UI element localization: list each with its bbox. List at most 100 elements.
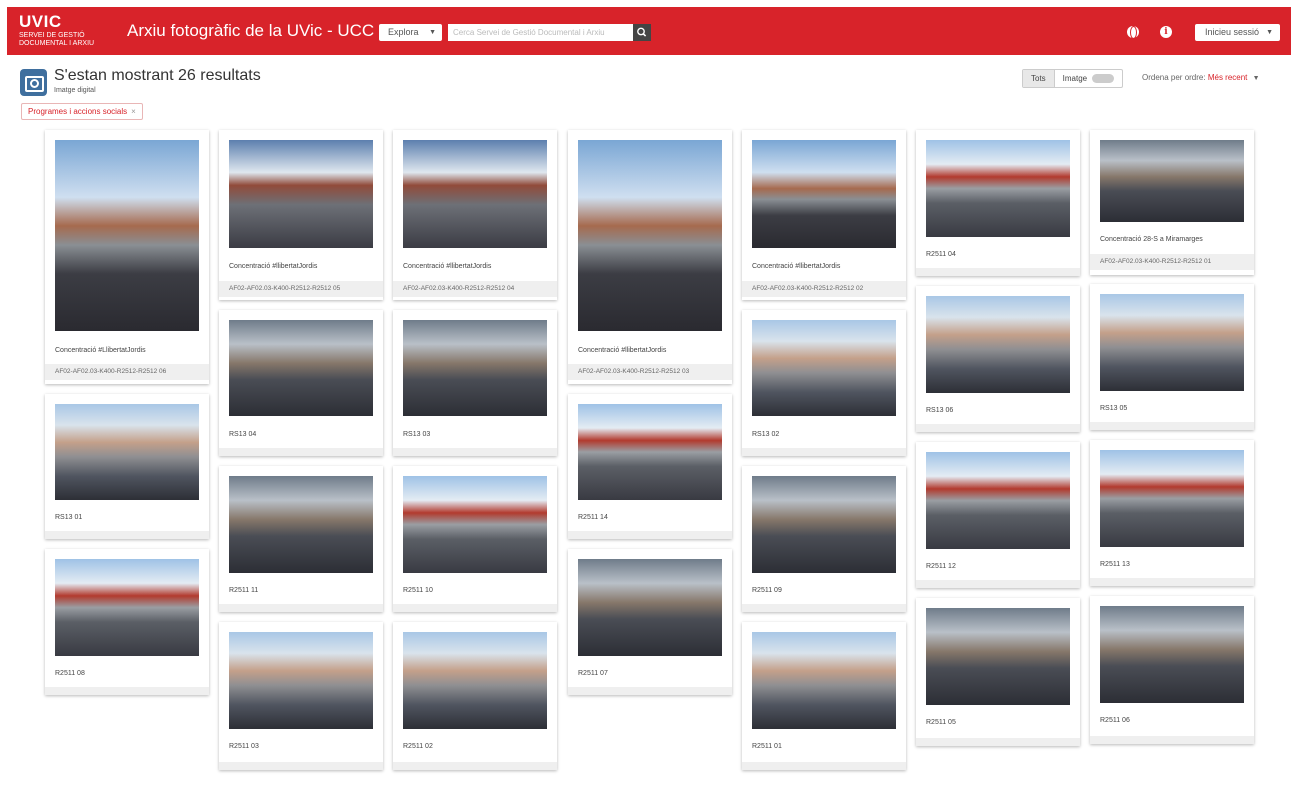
result-card[interactable]: RS13 06 bbox=[916, 286, 1080, 432]
card-photo[interactable] bbox=[578, 559, 722, 656]
card-title[interactable]: R2511 04 bbox=[926, 251, 956, 258]
card-title[interactable]: R2511 06 bbox=[1100, 717, 1130, 724]
card-title[interactable]: RS13 01 bbox=[55, 514, 82, 521]
card-photo[interactable] bbox=[403, 320, 547, 416]
result-card[interactable]: R2511 13 bbox=[1090, 440, 1254, 586]
result-card[interactable]: Concentració #llibertatJordis AF02-AF02.… bbox=[393, 130, 557, 300]
card-title[interactable]: RS13 03 bbox=[403, 431, 430, 438]
card-footer bbox=[916, 580, 1080, 588]
result-card[interactable]: R2511 12 bbox=[916, 442, 1080, 588]
filter-tag[interactable]: Programes i accions socials × bbox=[21, 103, 143, 120]
search-button[interactable] bbox=[633, 24, 651, 41]
card-photo[interactable] bbox=[229, 632, 373, 729]
card-photo[interactable] bbox=[1100, 140, 1244, 222]
card-title[interactable]: Concentració #LlibertatJordis bbox=[55, 347, 146, 354]
result-card[interactable]: Concentració #llibertatJordis AF02-AF02.… bbox=[568, 130, 732, 384]
card-footer bbox=[393, 604, 557, 612]
result-card[interactable]: R2511 09 bbox=[742, 466, 906, 612]
card-title[interactable]: R2511 01 bbox=[752, 743, 782, 750]
card-title[interactable]: Concentració 28-S a Miramarges bbox=[1100, 236, 1203, 243]
card-title[interactable]: R2511 07 bbox=[578, 670, 608, 677]
view-image-button[interactable]: Imatge bbox=[1053, 70, 1122, 87]
card-title[interactable]: R2511 03 bbox=[229, 743, 259, 750]
result-card[interactable]: R2511 08 bbox=[45, 549, 209, 695]
logo-subtitle-1: SERVEI DE GESTIÓ bbox=[19, 32, 85, 39]
explore-dropdown[interactable]: Explora ▼ bbox=[379, 24, 442, 41]
card-photo[interactable] bbox=[926, 140, 1070, 237]
card-title[interactable]: R2511 14 bbox=[578, 514, 608, 521]
result-card[interactable]: Concentració #llibertatJordis AF02-AF02.… bbox=[742, 130, 906, 300]
result-card[interactable]: R2511 06 bbox=[1090, 596, 1254, 744]
card-title[interactable]: R2511 02 bbox=[403, 743, 433, 750]
card-title[interactable]: RS13 04 bbox=[229, 431, 256, 438]
result-card[interactable]: RS13 02 bbox=[742, 310, 906, 456]
card-photo[interactable] bbox=[752, 140, 896, 248]
card-photo[interactable] bbox=[403, 476, 547, 573]
card-photo[interactable] bbox=[578, 140, 722, 331]
card-title[interactable]: R2511 09 bbox=[752, 587, 782, 594]
card-title[interactable]: R2511 08 bbox=[55, 670, 85, 677]
result-card[interactable]: Concentració #LlibertatJordis AF02-AF02.… bbox=[45, 130, 209, 384]
card-title[interactable]: R2511 05 bbox=[926, 719, 956, 726]
result-card[interactable]: R2511 10 bbox=[393, 466, 557, 612]
uvic-logo[interactable]: UVIC SERVEI DE GESTIÓ DOCUMENTAL I ARXIU bbox=[19, 13, 94, 48]
info-icon[interactable]: i bbox=[1160, 26, 1172, 38]
top-header: UVIC SERVEI DE GESTIÓ DOCUMENTAL I ARXIU… bbox=[7, 7, 1291, 55]
card-photo[interactable] bbox=[55, 559, 199, 656]
card-title[interactable]: Concentració #llibertatJordis bbox=[752, 263, 840, 270]
card-title[interactable]: R2511 12 bbox=[926, 563, 956, 570]
card-photo[interactable] bbox=[926, 608, 1070, 705]
result-card[interactable]: R2511 14 bbox=[568, 394, 732, 539]
card-photo[interactable] bbox=[403, 140, 547, 248]
result-card[interactable]: RS13 05 bbox=[1090, 284, 1254, 430]
card-title[interactable]: RS13 06 bbox=[926, 407, 953, 414]
card-title[interactable]: R2511 11 bbox=[229, 587, 258, 594]
card-title[interactable]: RS13 02 bbox=[752, 431, 779, 438]
search-input[interactable] bbox=[448, 24, 633, 41]
site-title[interactable]: Arxiu fotogràfic de la UVic - UCC bbox=[127, 21, 374, 41]
result-card[interactable]: RS13 01 bbox=[45, 394, 209, 539]
result-card[interactable]: R2511 02 bbox=[393, 622, 557, 770]
card-photo[interactable] bbox=[1100, 450, 1244, 547]
card-photo[interactable] bbox=[403, 632, 547, 729]
result-card[interactable]: R2511 01 bbox=[742, 622, 906, 770]
card-photo[interactable] bbox=[578, 404, 722, 500]
result-card[interactable]: RS13 04 bbox=[219, 310, 383, 456]
login-dropdown[interactable]: Inicieu sessió ▼ bbox=[1195, 24, 1280, 41]
card-title[interactable]: R2511 10 bbox=[403, 587, 433, 594]
card-footer bbox=[219, 762, 383, 770]
view-all-button[interactable]: Tots bbox=[1023, 70, 1054, 87]
card-photo[interactable] bbox=[926, 296, 1070, 393]
card-title[interactable]: R2511 13 bbox=[1100, 561, 1130, 568]
logo-subtitle-2: DOCUMENTAL I ARXIU bbox=[19, 40, 95, 47]
card-title[interactable]: RS13 05 bbox=[1100, 405, 1127, 412]
result-card[interactable]: Concentració #llibertatJordis AF02-AF02.… bbox=[219, 130, 383, 300]
card-photo[interactable] bbox=[1100, 606, 1244, 703]
result-card[interactable]: Concentració 28-S a Miramarges AF02-AF02… bbox=[1090, 130, 1254, 275]
card-photo[interactable] bbox=[1100, 294, 1244, 391]
card-photo[interactable] bbox=[752, 632, 896, 729]
card-reference: AF02-AF02.03-K400-R2512-R2512 03 bbox=[568, 364, 732, 380]
card-photo[interactable] bbox=[229, 320, 373, 416]
card-photo[interactable] bbox=[229, 476, 373, 573]
result-card[interactable]: R2511 07 bbox=[568, 549, 732, 695]
card-photo[interactable] bbox=[55, 404, 199, 500]
card-photo[interactable] bbox=[752, 476, 896, 573]
card-photo[interactable] bbox=[926, 452, 1070, 549]
card-title[interactable]: Concentració #llibertatJordis bbox=[403, 263, 491, 270]
result-card[interactable]: RS13 03 bbox=[393, 310, 557, 456]
result-card[interactable]: R2511 03 bbox=[219, 622, 383, 770]
card-title[interactable]: Concentració #llibertatJordis bbox=[578, 347, 666, 354]
card-photo[interactable] bbox=[55, 140, 199, 331]
card-photo[interactable] bbox=[752, 320, 896, 416]
result-card[interactable]: R2511 11 bbox=[219, 466, 383, 612]
result-card[interactable]: R2511 05 bbox=[916, 598, 1080, 746]
result-card[interactable]: R2511 04 bbox=[916, 130, 1080, 276]
close-icon[interactable]: × bbox=[131, 107, 136, 116]
image-type-icon bbox=[20, 69, 47, 96]
globe-icon[interactable] bbox=[1127, 26, 1139, 39]
sort-control[interactable]: Ordena per ordre: Més recent ▼ bbox=[1142, 73, 1260, 82]
card-photo[interactable] bbox=[229, 140, 373, 248]
card-reference: AF02-AF02.03-K400-R2512-R2512 01 bbox=[1090, 254, 1254, 270]
card-title[interactable]: Concentració #llibertatJordis bbox=[229, 263, 317, 270]
